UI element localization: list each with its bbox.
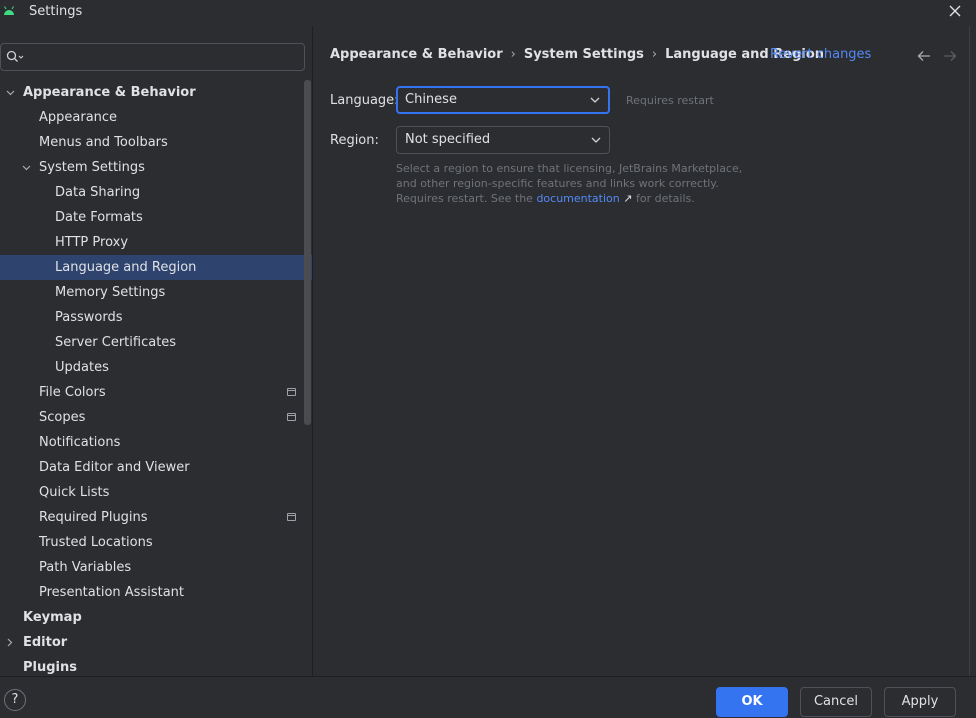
sidebar-item-label: Keymap <box>23 610 82 625</box>
chevron-down-icon[interactable] <box>20 155 32 180</box>
sidebar-item-label: Quick Lists <box>39 485 110 500</box>
sidebar-item-required-plugins[interactable]: Required Plugins <box>0 505 313 530</box>
sidebar-item-label: Memory Settings <box>55 285 166 300</box>
sidebar-item-label: Data Editor and Viewer <box>39 460 190 475</box>
arrow-left-icon[interactable] <box>917 48 931 66</box>
sidebar-item-server-certificates[interactable]: Server Certificates <box>0 330 313 355</box>
sidebar-item-label: HTTP Proxy <box>55 235 129 250</box>
language-value: Chinese <box>405 92 457 107</box>
chevron-down-icon <box>591 127 601 153</box>
sidebar-item-menus-and-toolbars[interactable]: Menus and Toolbars <box>0 130 313 155</box>
settings-content: Appearance & Behavior › System Settings › La… <box>314 26 976 676</box>
sidebar-item-label: Passwords <box>55 310 123 325</box>
cancel-button[interactable]: Cancel <box>800 687 872 717</box>
sidebar-item-file-colors[interactable]: File Colors <box>0 380 313 405</box>
revert-changes-link[interactable]: Revert changes <box>770 47 871 62</box>
region-description: Select a region to ensure that licensing… <box>396 161 756 206</box>
apply-button[interactable]: Apply <box>884 687 956 717</box>
sidebar-item-label: Notifications <box>39 435 121 450</box>
sidebar-item-notifications[interactable]: Notifications <box>0 430 313 455</box>
dialog-footer: ? OK Cancel Apply <box>0 676 976 718</box>
sidebar-item-memory-settings[interactable]: Memory Settings <box>0 280 313 305</box>
project-scope-icon <box>287 388 296 396</box>
sidebar-item-label: Scopes <box>39 410 86 425</box>
window-title: Settings <box>29 4 83 19</box>
region-label: Region: <box>330 133 379 148</box>
sidebar-item-label: Required Plugins <box>39 510 148 525</box>
sidebar-item-label: Appearance <box>39 110 118 125</box>
requires-restart-hint: Requires restart <box>626 94 714 107</box>
sidebar-item-label: Presentation Assistant <box>39 585 184 600</box>
region-value: Not specified <box>405 132 491 147</box>
sidebar-item-editor[interactable]: Editor <box>0 630 313 655</box>
project-scope-icon <box>287 513 296 521</box>
sidebar-item-data-sharing[interactable]: Data Sharing <box>0 180 313 205</box>
sidebar-item-appearance-behavior[interactable]: Appearance & Behavior <box>0 80 313 105</box>
sidebar-item-date-formats[interactable]: Date Formats <box>0 205 313 230</box>
sidebar-item-http-proxy[interactable]: HTTP Proxy <box>0 230 313 255</box>
language-label: Language: <box>330 93 399 108</box>
sidebar-item-path-variables[interactable]: Path Variables <box>0 555 313 580</box>
language-dropdown[interactable]: Chinese <box>396 86 610 114</box>
external-link-icon: ↗ <box>623 192 633 205</box>
sidebar-item-label: Server Certificates <box>55 335 177 350</box>
sidebar-item-trusted-locations[interactable]: Trusted Locations <box>0 530 313 555</box>
sidebar-item-label: Language and Region <box>55 260 197 275</box>
sidebar-item-scopes[interactable]: Scopes <box>0 405 313 430</box>
sidebar-item-updates[interactable]: Updates <box>0 355 313 380</box>
sidebar-item-label: Updates <box>55 360 109 375</box>
region-description-suffix: for details. <box>635 192 695 205</box>
region-dropdown[interactable]: Not specified <box>396 126 610 154</box>
chevron-down-icon <box>590 88 600 112</box>
settings-sidebar: Appearance & Behavior Appearance Menus and… <box>0 26 313 676</box>
documentation-link-label[interactable]: documentation <box>536 192 619 205</box>
android-icon <box>4 6 14 15</box>
sidebar-item-language-and-region[interactable]: Language and Region <box>0 255 312 280</box>
sidebar-item-quick-lists[interactable]: Quick Lists <box>0 480 313 505</box>
panel-divider <box>969 26 970 676</box>
breadcrumb-separator: › <box>510 47 516 62</box>
sidebar-item-appearance[interactable]: Appearance <box>0 105 313 130</box>
sidebar-item-label: Data Sharing <box>55 185 141 200</box>
breadcrumb: Appearance & Behavior › System Settings › La… <box>330 47 824 62</box>
chevron-down-icon[interactable] <box>4 80 16 105</box>
sidebar-item-label: Appearance & Behavior <box>23 85 196 100</box>
sidebar-item-label: Date Formats <box>55 210 143 225</box>
sidebar-scrollbar[interactable] <box>304 80 311 425</box>
sidebar-item-passwords[interactable]: Passwords <box>0 305 313 330</box>
breadcrumb-item[interactable]: System Settings <box>524 47 644 62</box>
search-icon <box>6 50 24 62</box>
sidebar-item-keymap[interactable]: Keymap <box>0 605 313 630</box>
chevron-right-icon[interactable] <box>4 630 16 655</box>
breadcrumb-item[interactable]: Appearance & Behavior <box>330 47 503 62</box>
arrow-right-icon[interactable] <box>943 48 957 66</box>
sidebar-item-label: Menus and Toolbars <box>39 135 168 150</box>
sidebar-item-system-settings[interactable]: System Settings <box>0 155 313 180</box>
project-scope-icon <box>287 413 296 421</box>
help-button[interactable]: ? <box>4 689 26 711</box>
sidebar-item-label: System Settings <box>39 160 145 175</box>
sidebar-item-label: File Colors <box>39 385 106 400</box>
title-bar: Settings <box>0 0 976 26</box>
sidebar-item-data-editor-and-viewer[interactable]: Data Editor and Viewer <box>0 455 313 480</box>
settings-tree: Appearance & Behavior Appearance Menus and… <box>0 80 313 680</box>
sidebar-item-label: Editor <box>23 635 68 650</box>
breadcrumb-separator: › <box>651 47 658 62</box>
sidebar-item-label: Trusted Locations <box>39 535 153 550</box>
close-icon[interactable] <box>946 4 964 22</box>
sidebar-item-presentation-assistant[interactable]: Presentation Assistant <box>0 580 313 605</box>
search-input[interactable] <box>0 43 305 71</box>
documentation-link[interactable]: documentation ↗ <box>536 192 632 205</box>
ok-button[interactable]: OK <box>716 687 788 717</box>
sidebar-item-label: Path Variables <box>39 560 132 575</box>
